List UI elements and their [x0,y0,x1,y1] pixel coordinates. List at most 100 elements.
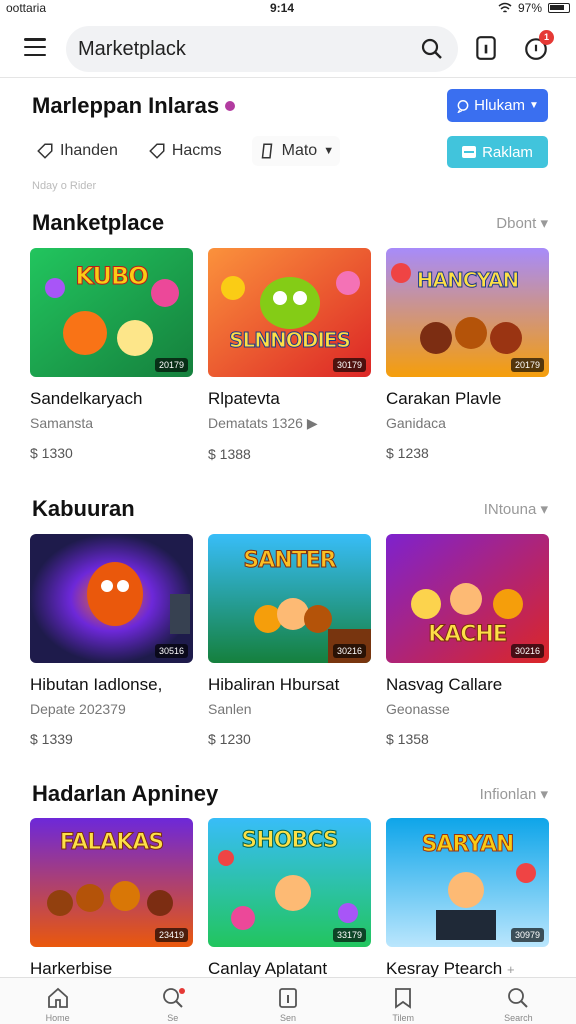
product-thumbnail[interactable]: FALAKAS 23419 [30,818,193,947]
battery-label: 97% [517,1,542,15]
section-more-label: Dbont [496,215,537,232]
product-name: Hibaliran Hbursat [208,675,340,694]
primary-button[interactable]: Hlukam ▼ [447,89,548,122]
product-seller: Geonasse [386,701,450,717]
primary-button-label: Hlukam [474,97,525,114]
nav-item-info[interactable]: Sen [238,978,338,1024]
section-title: Kabuuran [32,496,135,521]
thumbnail-tag: 30216 [510,644,544,658]
product-name: Kesray Ptearch + [386,959,549,979]
product-thumbnail[interactable]: SANTER 30216 [208,534,371,663]
product-price: $ 1238 [386,445,429,461]
product-name: Rlpatevta [208,389,280,408]
thumbnail-title: KUBO [75,262,149,291]
nav-item-search[interactable]: Se [123,978,223,1024]
search-input[interactable] [78,34,408,64]
tag-icon [37,143,53,159]
thumbnail-tag: 20179 [154,358,188,372]
filter-chip-1[interactable]: Hacms [148,136,222,166]
filter-label: Ihanden [60,142,118,159]
product-thumbnail[interactable]: KACHE 30216 [386,534,549,663]
thumbnail-title: HANCYAN [416,268,519,293]
thumbnail-title: SLNNODIES [229,328,352,353]
nav-badge-dot [178,988,185,994]
chevron-right-icon: + [506,962,515,977]
bookmark-icon [395,988,412,1009]
product-seller: Ganidaca [386,415,446,431]
home-icon [47,987,68,1008]
product-card[interactable]: KUBO 20179 Sandelkaryach Samansta $ 1330 [30,248,193,461]
product-card[interactable]: KACHE 30216 Nasvag Callare Geonasse $ 13… [386,534,549,747]
product-thumbnail[interactable]: SLNNODIES 30179 [208,248,371,377]
product-name-text: Kesray Ptearch [386,959,503,978]
filter-chip-2[interactable]: Mato ▼ [251,136,341,166]
list-icon [462,146,477,158]
thumbnail-tag: 30979 [510,928,544,942]
nav-label: Sen [279,1013,296,1023]
product-thumbnail[interactable]: KUBO 20179 [30,248,193,377]
section-title: Hadarlan Apniney [32,781,219,806]
product-card[interactable]: SARYAN 30979 Kesray Ptearch + [386,818,549,979]
search-icon[interactable] [420,37,444,61]
page-title-text: Marleppan Inlaras [32,93,220,118]
nav-item-search-2[interactable]: Search [468,978,568,1024]
product-price: $ 1339 [30,731,73,747]
top-bar: 1 [0,22,576,78]
filter-bar: Ihanden Hacms Mato ▼ [36,136,341,166]
carrier-label: oottaria [6,1,47,15]
section-more-link[interactable]: Infionlan ▾ [480,785,548,803]
wifi-icon [498,2,512,13]
thumbnail-tag: 30179 [332,358,366,372]
product-name: Nasvag Callare [386,675,503,694]
filter-label: Hacms [171,142,222,159]
product-thumbnail[interactable]: 30516 [30,534,193,663]
product-price: $ 1330 [30,445,73,461]
product-card[interactable]: SANTER 30216 Hibaliran Hbursat Sanlen $ … [208,534,371,747]
thumbnail-title: FALAKAS [59,830,165,856]
filter-chip-0[interactable]: Ihanden [36,136,118,166]
thumbnail-tag: 30216 [332,644,366,658]
product-card[interactable]: 30516 Hibutan Iadlonse, Depate 202379 $ … [30,534,193,747]
section-more-label: INtouna [483,501,537,518]
status-indicators: 97% [498,1,570,15]
nav-item-saved[interactable]: Tilem [353,978,453,1024]
product-seller: Sanlen [208,701,252,717]
secondary-button[interactable]: Raklam [447,136,548,168]
thumbnail-title: SANTER [243,548,337,574]
section-header: Hadarlan Apniney Infionlan ▾ [32,781,548,811]
sparkle-icon [261,143,272,159]
info-icon[interactable] [473,35,499,61]
product-price: $ 1388 [208,446,251,462]
product-card[interactable]: SLNNODIES 30179 Rlpatevta Dematats 1326 … [208,248,371,462]
nav-item-home[interactable]: Home [8,978,108,1024]
notification-button[interactable]: 1 [523,30,554,61]
nav-label: Search [504,1013,533,1023]
battery-icon [548,3,570,13]
section-title: Manketplace [32,210,165,235]
product-name: Carakan Plavle [386,389,502,408]
product-thumbnail[interactable]: SHOBCS 33179 [208,818,371,947]
subheading: Nday o Rider [32,180,97,192]
product-price: $ 1358 [386,731,429,747]
product-thumbnail[interactable]: SARYAN 30979 [386,818,549,947]
bottom-nav: Home Se Sen Tilem Search [0,977,576,1024]
status-bar: oottaria 9:14 97% [0,0,576,18]
thumbnail-tag: 20179 [510,358,544,372]
product-card[interactable]: HANCYAN 20179 Carakan Plavle Ganidaca $ … [386,248,549,461]
filter-label: Mato [281,142,318,159]
product-thumbnail[interactable]: HANCYAN 20179 [386,248,549,377]
product-card[interactable]: SHOBCS 33179 Canlay Aplatant [208,818,371,979]
section-more-link[interactable]: Dbont ▾ [496,214,548,232]
chevron-down-icon: ▼ [323,145,335,157]
thumbnail-title: SARYAN [421,832,515,858]
product-card[interactable]: FALAKAS 23419 Harkerbise [30,818,193,979]
product-name: Harkerbise [30,959,113,978]
product-name: Sandelkaryach [30,389,143,408]
search-bar[interactable] [66,26,458,72]
search-icon [508,988,529,1008]
product-name: Canlay Aplatant [208,959,328,978]
section-more-link[interactable]: INtouna ▾ [484,500,548,518]
notification-badge: 1 [539,30,554,45]
secondary-button-label: Raklam [482,143,533,161]
menu-icon[interactable] [24,38,46,56]
